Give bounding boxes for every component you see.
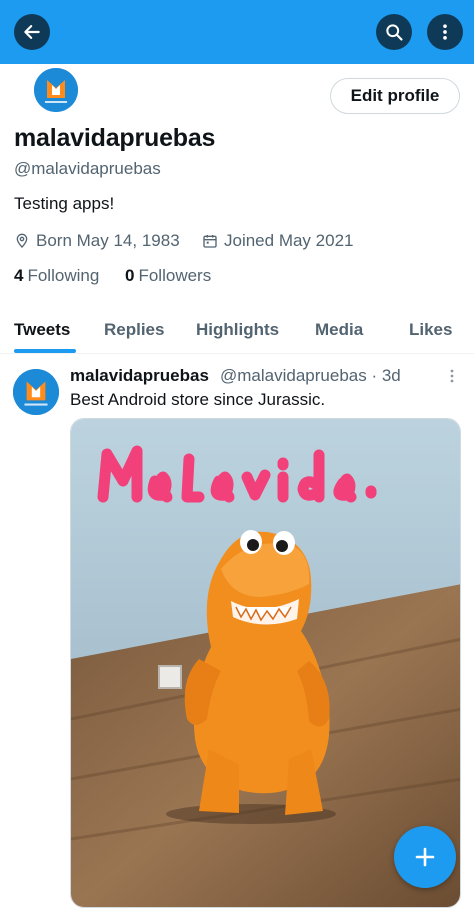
profile-display-name: malavidapruebas xyxy=(14,124,216,152)
location-pin-icon xyxy=(16,233,28,248)
born-date: Born May 14, 1983 xyxy=(14,230,180,252)
profile-handle: @malavidapruebas xyxy=(14,159,161,178)
profile-bio: Testing apps! xyxy=(14,194,115,213)
more-options-button[interactable] xyxy=(427,14,463,50)
tab-likes[interactable]: Likes xyxy=(409,320,452,340)
tab-replies[interactable]: Replies xyxy=(104,320,164,340)
tab-highlights[interactable]: Highlights xyxy=(196,320,279,340)
tweet-handle-time: @malavidapruebas · 3d xyxy=(220,366,401,385)
joined-date-label: Joined May 2021 xyxy=(224,231,354,250)
more-vertical-icon xyxy=(443,24,447,40)
profile-tabs: Tweets Replies Highlights Media Likes xyxy=(0,310,474,354)
tab-tweets[interactable]: Tweets xyxy=(14,320,70,340)
tweet-more-icon[interactable] xyxy=(445,368,459,384)
active-tab-indicator xyxy=(14,349,76,353)
calendar-icon xyxy=(203,235,217,248)
following-link[interactable]: 4 Following xyxy=(14,266,99,286)
malavida-logo-icon xyxy=(34,68,78,112)
edit-profile-button[interactable]: Edit profile xyxy=(330,78,460,114)
plus-icon xyxy=(415,847,435,867)
search-button[interactable] xyxy=(376,14,412,50)
tweet-author-avatar[interactable] xyxy=(13,369,59,415)
followers-label: Followers xyxy=(138,266,212,285)
following-label: Following xyxy=(27,266,100,285)
arrow-left-icon xyxy=(24,25,40,39)
followers-count: 0 xyxy=(125,266,135,285)
compose-tweet-button[interactable] xyxy=(394,826,456,888)
tweet-text: Best Android store since Jurassic. xyxy=(70,390,326,409)
back-button[interactable] xyxy=(14,14,50,50)
joined-date: Joined May 2021 xyxy=(202,230,353,252)
tweet-author-name[interactable]: malavidapruebas xyxy=(70,366,209,386)
malavida-logo-icon xyxy=(13,369,59,415)
following-count: 4 xyxy=(14,266,24,285)
profile-avatar[interactable] xyxy=(34,68,78,112)
followers-link[interactable]: 0 Followers xyxy=(125,266,211,286)
search-icon xyxy=(386,24,403,41)
born-date-label: Born May 14, 1983 xyxy=(36,231,180,250)
tab-media[interactable]: Media xyxy=(315,320,363,340)
